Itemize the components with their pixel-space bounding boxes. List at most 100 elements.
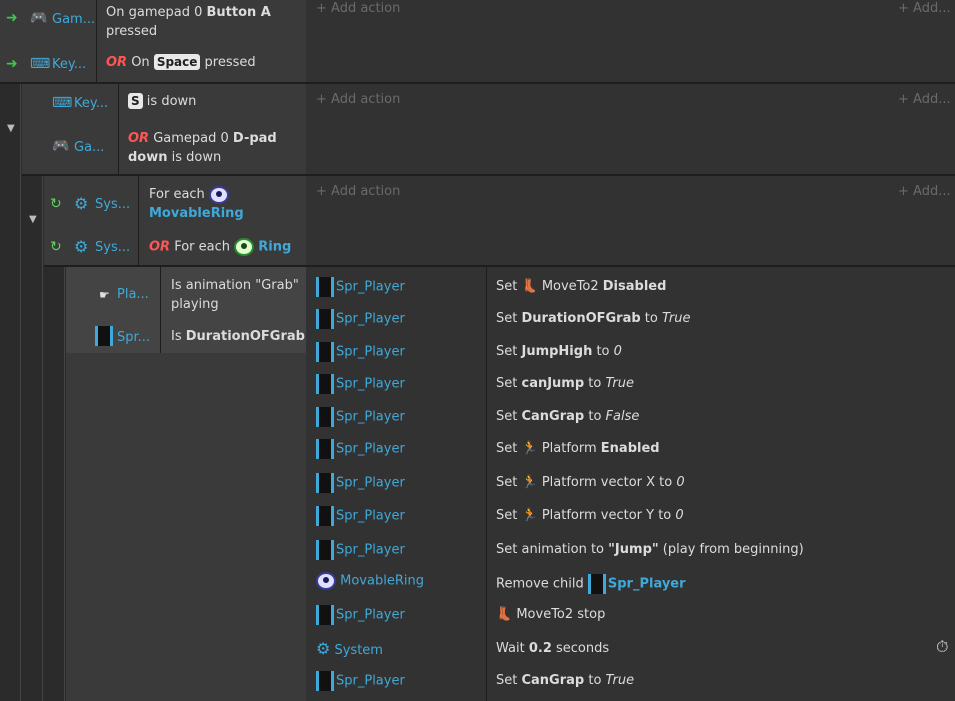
- condition-dpad-down[interactable]: OR Gamepad 0 D-pad down is down: [128, 129, 303, 167]
- action-row[interactable]: Spr_Player Set DurationOFGrab to True: [306, 303, 955, 335]
- add-action-button[interactable]: + Add action: [316, 1, 400, 16]
- condition-object-label: Spr...: [117, 330, 151, 345]
- condition-object-label: Ga...: [74, 140, 105, 155]
- action-row[interactable]: Spr_Player Set animation to "Jump" (play …: [306, 534, 955, 566]
- sprite-icon: [316, 374, 334, 394]
- moveto-icon: 👢: [496, 607, 513, 622]
- event1-actions[interactable]: [306, 0, 955, 82]
- action-text: Wait 0.2 seconds: [496, 641, 610, 656]
- add-button[interactable]: + Add...: [898, 92, 951, 107]
- chevron-down-icon[interactable]: ▼: [7, 123, 15, 134]
- action-object: Spr_Player: [316, 407, 405, 427]
- condition-gamepad-button-a[interactable]: On gamepad 0 Button A pressed: [106, 3, 301, 41]
- action-row[interactable]: Spr_Player 👢 MoveTo2 stop: [306, 599, 955, 631]
- keyboard-icon: ⌨: [30, 56, 51, 72]
- action-row[interactable]: MovableRing Remove child Spr_Player: [306, 566, 955, 598]
- add-action-button[interactable]: + Add action: [316, 184, 400, 199]
- action-text: Set CanGrap to True: [496, 673, 635, 688]
- sprite-icon: [316, 605, 334, 625]
- sprite-icon: [316, 473, 334, 493]
- action-text: 👢 MoveTo2 stop: [496, 607, 606, 622]
- loop-icon: ↻: [50, 196, 62, 212]
- chevron-down-icon[interactable]: ▼: [29, 214, 37, 225]
- condition-object-label: Sys...: [95, 240, 131, 255]
- eye-icon: [208, 185, 229, 204]
- action-object: Spr_Player: [316, 374, 405, 394]
- sprite-icon: [316, 277, 334, 297]
- condition-object-label: Gam...: [52, 12, 96, 27]
- action-object: Spr_Player: [316, 309, 405, 329]
- platform-icon: 🏃: [521, 475, 538, 490]
- sprite-icon: [587, 574, 606, 594]
- action-text: Set DurationOFGrab to True: [496, 311, 691, 326]
- action-text: Set animation to "Jump" (play from begin…: [496, 542, 804, 557]
- sprite-icon: [316, 309, 334, 329]
- stopwatch-icon[interactable]: ⏱: [936, 637, 948, 657]
- eye-icon: [316, 572, 336, 590]
- sprite-icon: [95, 326, 113, 346]
- action-text: Set 🏃 Platform vector X to 0: [496, 475, 685, 490]
- action-object: Spr_Player: [316, 342, 405, 362]
- action-object: Spr_Player: [316, 671, 405, 691]
- action-text: Set 👢 MoveTo2 Disabled: [496, 279, 667, 294]
- action-row[interactable]: Spr_Player Set CanGrap to False: [306, 401, 955, 433]
- action-text: Set JumpHigh to 0: [496, 344, 622, 359]
- action-text: Set 🏃 Platform vector Y to 0: [496, 508, 684, 523]
- add-action-button[interactable]: + Add action: [316, 92, 400, 107]
- gear-icon: ⚙: [316, 639, 331, 658]
- gear-icon: ⚙: [74, 194, 89, 213]
- action-row[interactable]: Spr_Player Set 🏃 Platform vector Y to 0: [306, 500, 955, 532]
- keyboard-icon: ⌨: [52, 95, 73, 111]
- sprite-icon: [316, 439, 334, 459]
- sprite-icon: [316, 671, 334, 691]
- action-row[interactable]: Spr_Player Set canJump to True: [306, 368, 955, 400]
- action-object: MovableRing: [316, 572, 424, 590]
- action-row[interactable]: Spr_Player Set 👢 MoveTo2 Disabled: [306, 271, 955, 303]
- condition-for-each-movablering[interactable]: For each MovableRing: [149, 185, 299, 223]
- condition-object-label: Key...: [52, 57, 87, 72]
- action-row[interactable]: ⚙ System Wait 0.2 seconds: [306, 633, 955, 665]
- action-object: Spr_Player: [316, 439, 405, 459]
- action-row[interactable]: Spr_Player Set JumpHigh to 0: [306, 336, 955, 368]
- condition-is-animation-grab[interactable]: Is animation "Grab" playing: [171, 276, 303, 314]
- action-text: Set CanGrap to False: [496, 409, 640, 424]
- action-row[interactable]: Spr_Player Set CanGrap to True: [306, 665, 955, 697]
- add-button[interactable]: + Add...: [898, 1, 951, 16]
- sprite-icon: [316, 342, 334, 362]
- sprite-icon: [316, 506, 334, 526]
- action-object: Spr_Player: [316, 605, 405, 625]
- action-object: Spr_Player: [316, 277, 405, 297]
- action-object: Spr_Player: [316, 506, 405, 526]
- condition-object-label: Sys...: [95, 197, 131, 212]
- action-object: Spr_Player: [316, 473, 405, 493]
- action-object: Spr_Player: [316, 540, 405, 560]
- condition-object-label: Pla...: [117, 287, 149, 302]
- moveto-icon: 👢: [521, 279, 538, 294]
- action-row[interactable]: Spr_Player Set 🏃 Platform vector X to 0: [306, 467, 955, 499]
- action-text: Set 🏃 Platform Enabled: [496, 441, 660, 456]
- condition-object-label: Key...: [74, 96, 109, 111]
- sprite-icon: [316, 540, 334, 560]
- condition-key-s-down[interactable]: S is down: [128, 93, 196, 109]
- gear-icon: ⚙: [74, 237, 89, 256]
- eye-icon: [234, 238, 255, 256]
- condition-for-each-ring[interactable]: OR For each Ring: [149, 238, 291, 256]
- sprite-icon: [316, 407, 334, 427]
- add-button[interactable]: + Add...: [898, 184, 951, 199]
- condition-key-space[interactable]: OR On Space pressed: [106, 54, 256, 70]
- loop-icon: ↻: [50, 239, 62, 255]
- action-row[interactable]: Spr_Player Set 🏃 Platform Enabled: [306, 433, 955, 465]
- event2-actions[interactable]: [306, 84, 955, 174]
- platform-icon: 🏃: [521, 508, 538, 523]
- event3-actions[interactable]: [306, 176, 955, 265]
- action-object: ⚙ System: [316, 639, 383, 658]
- animation-icon: ☛: [99, 288, 110, 302]
- gamepad-icon: 🎮: [52, 138, 70, 154]
- gamepad-icon: 🎮: [30, 10, 48, 26]
- trigger-arrow-icon: ➜: [6, 10, 18, 26]
- platform-icon: 🏃: [521, 441, 538, 456]
- action-text: Set canJump to True: [496, 376, 635, 391]
- trigger-arrow-icon: ➜: [6, 56, 18, 72]
- action-text: Remove child Spr_Player: [496, 574, 686, 594]
- condition-is-durationofgrab[interactable]: Is DurationOFGrab: [171, 329, 305, 344]
